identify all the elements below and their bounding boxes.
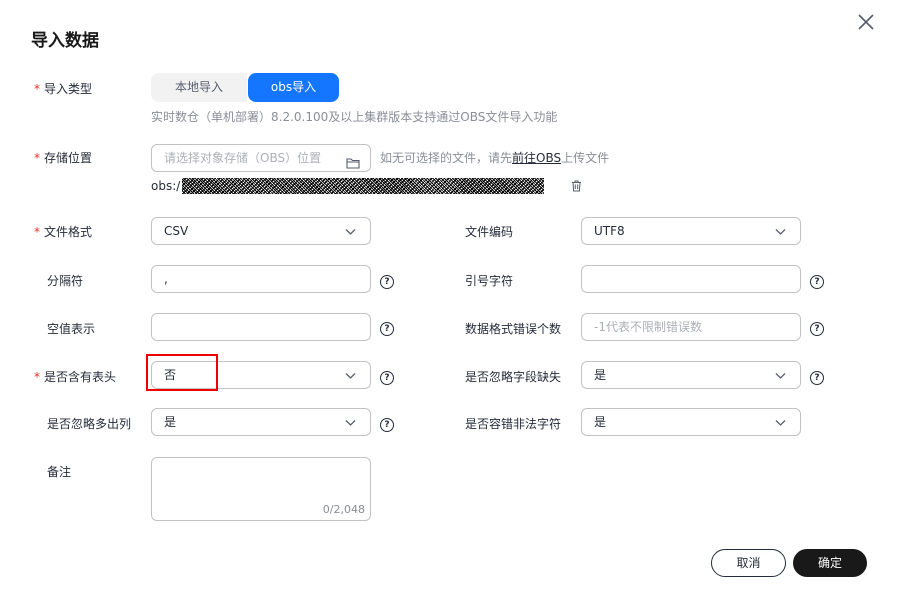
error-count-label: 数据格式错误个数 — [465, 322, 562, 336]
remark-textarea[interactable]: 0/2,048 — [151, 457, 371, 521]
storage-hint: 如无可选择的文件，请先前往OBS上传文件 — [380, 151, 610, 165]
null-value-label: 空值表示 — [47, 322, 96, 336]
import-type-hint: 实时数仓（单机部署）8.2.0.100及以上集群版本支持通过OBS文件导入功能 — [151, 110, 558, 124]
import-type-label: * 导入类型 — [34, 82, 93, 96]
quote-char-input[interactable] — [581, 265, 801, 293]
help-icon[interactable]: ? — [380, 371, 394, 385]
ignore-missing-select[interactable]: 是 — [581, 361, 801, 389]
cancel-button[interactable]: 取消 — [711, 549, 786, 577]
help-icon[interactable]: ? — [810, 371, 824, 385]
help-icon[interactable]: ? — [380, 322, 394, 336]
quote-char-label: 引号字符 — [465, 274, 514, 288]
file-encoding-select[interactable]: UTF8 — [581, 217, 801, 245]
obs-import-option[interactable]: obs导入 — [248, 73, 339, 102]
chevron-down-icon — [345, 373, 356, 379]
obs-path: obs:/ — [151, 178, 545, 194]
error-count-input[interactable]: -1代表不限制错误数 — [581, 313, 801, 341]
file-encoding-label: 文件编码 — [465, 225, 514, 239]
char-counter: 0/2,048 — [322, 503, 365, 516]
chevron-down-icon — [775, 229, 786, 235]
ignore-extra-select[interactable]: 是 — [151, 408, 371, 436]
has-header-label: * 是否含有表头 — [34, 370, 117, 384]
delimiter-input[interactable]: , — [151, 265, 371, 293]
help-icon[interactable]: ? — [380, 418, 394, 432]
dialog-title: 导入数据 — [31, 31, 99, 51]
trash-icon[interactable] — [571, 180, 582, 195]
local-import-option[interactable]: 本地导入 — [151, 73, 247, 102]
folder-icon[interactable] — [346, 152, 360, 178]
chevron-down-icon — [345, 420, 356, 426]
remark-label: 备注 — [47, 465, 72, 479]
tolerate-illegal-label: 是否容错非法字符 — [465, 417, 562, 431]
highlight-box — [146, 354, 218, 391]
delimiter-label: 分隔符 — [47, 274, 84, 288]
null-value-input[interactable] — [151, 313, 371, 341]
chevron-down-icon — [345, 229, 356, 235]
storage-label: * 存储位置 — [34, 151, 93, 165]
redacted-path — [182, 178, 545, 194]
help-icon[interactable]: ? — [380, 275, 394, 289]
file-format-select[interactable]: CSV — [151, 217, 371, 245]
ignore-missing-label: 是否忽略字段缺失 — [465, 370, 562, 384]
chevron-down-icon — [775, 420, 786, 426]
confirm-button[interactable]: 确定 — [793, 549, 867, 577]
chevron-down-icon — [775, 373, 786, 379]
import-data-dialog: 导入数据 * 导入类型 本地导入 obs导入 实时数仓（单机部署）8.2.0.10… — [0, 0, 898, 612]
import-type-segmented: 本地导入 obs导入 — [151, 73, 339, 102]
go-to-obs-link[interactable]: 前往OBS — [512, 151, 561, 165]
tolerate-illegal-select[interactable]: 是 — [581, 408, 801, 436]
file-format-label: * 文件格式 — [34, 225, 93, 239]
storage-location-input[interactable]: 请选择对象存储（OBS）位置 — [151, 144, 371, 172]
help-icon[interactable]: ? — [810, 275, 824, 289]
ignore-extra-label: 是否忽略多出列 — [47, 417, 132, 431]
help-icon[interactable]: ? — [810, 322, 824, 336]
close-icon[interactable] — [856, 12, 876, 32]
